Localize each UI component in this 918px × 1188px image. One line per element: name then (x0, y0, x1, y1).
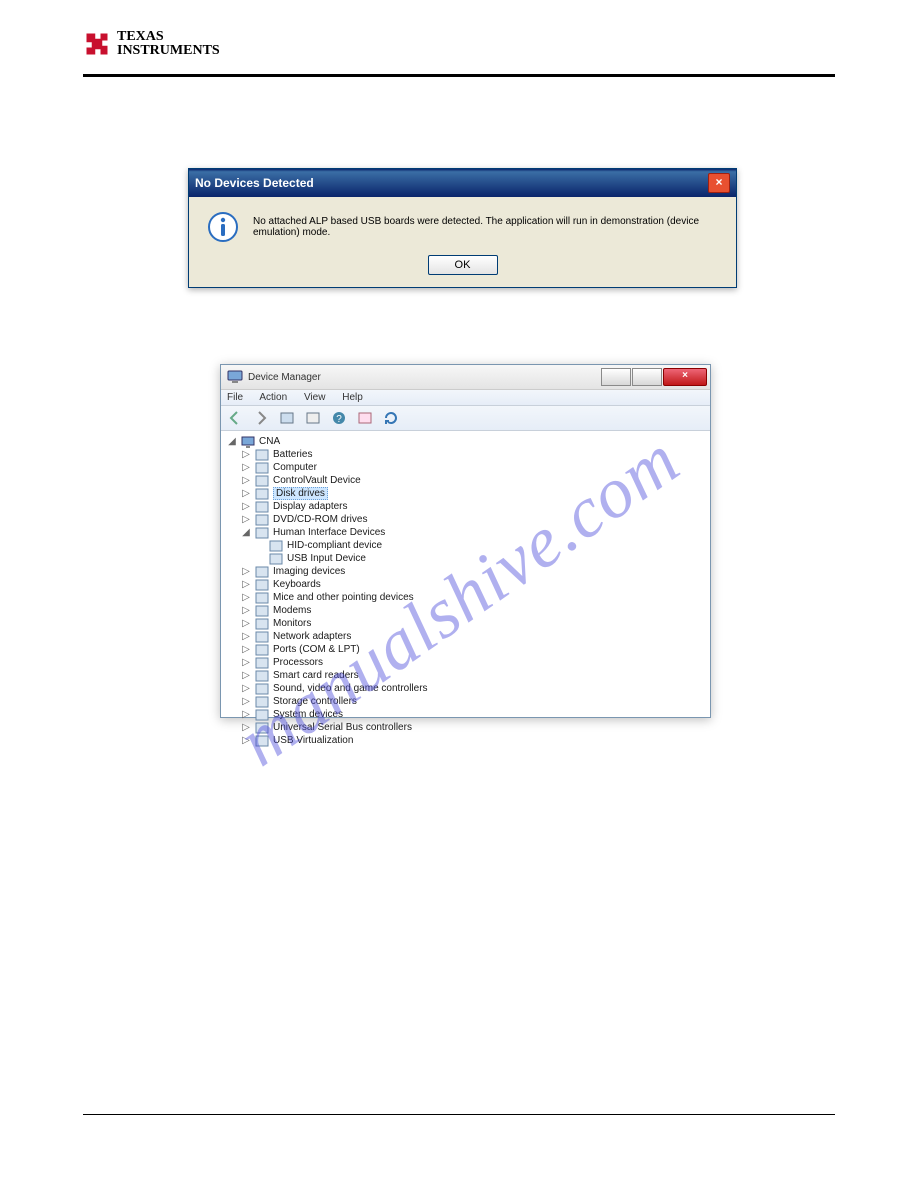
tree-label: Network adapters (273, 631, 351, 642)
tree-item[interactable]: ▷Smart card readers (227, 669, 704, 682)
tree-item[interactable]: ▷Ports (COM & LPT) (227, 643, 704, 656)
menu-file[interactable]: File (227, 392, 243, 403)
tree-item[interactable]: ◢Human Interface Devices (227, 526, 704, 539)
tree-item[interactable]: ▷Processors (227, 656, 704, 669)
tree-label: DVD/CD-ROM drives (273, 514, 367, 525)
dialog-message: No attached ALP based USB boards were de… (253, 216, 718, 238)
page-header: TEXAS INSTRUMENTS (83, 30, 835, 74)
ti-logo-icon (83, 30, 111, 58)
no-devices-dialog: No Devices Detected × No attached ALP ba… (188, 168, 737, 288)
tree-item[interactable]: ▷Disk drives (227, 487, 704, 500)
tree-label: USB Virtualization (273, 735, 353, 746)
tree-label: Mice and other pointing devices (273, 592, 414, 603)
logo-line1: TEXAS (117, 30, 220, 44)
back-icon[interactable] (227, 410, 243, 426)
computer-icon (227, 369, 243, 385)
svg-text:?: ? (336, 414, 342, 425)
tree-label: ControlVault Device (273, 475, 361, 486)
tree-label: Imaging devices (273, 566, 345, 577)
info-icon (207, 211, 239, 243)
dm-menubar[interactable]: File Action View Help (221, 390, 710, 406)
toolbar-icon[interactable] (357, 410, 373, 426)
dialog-title-text: No Devices Detected (195, 176, 314, 190)
tree-label: System devices (273, 709, 343, 720)
tree-label: Human Interface Devices (273, 527, 385, 538)
dialog-titlebar[interactable]: No Devices Detected × (189, 169, 736, 197)
tree-label: Storage controllers (273, 696, 357, 707)
close-button[interactable]: × (663, 368, 707, 386)
tree-root[interactable]: ◢ CNA (227, 435, 704, 448)
footer-rule (83, 1114, 835, 1115)
tree-item[interactable]: ▷Storage controllers (227, 695, 704, 708)
tree-label: USB Input Device (287, 553, 366, 564)
toolbar-icon[interactable] (305, 410, 321, 426)
tree-label: Computer (273, 462, 317, 473)
help-icon[interactable]: ? (331, 410, 347, 426)
tree-item[interactable]: ▷Mice and other pointing devices (227, 591, 704, 604)
forward-icon[interactable] (253, 410, 269, 426)
tree-item[interactable]: ▷Modems (227, 604, 704, 617)
ok-button[interactable]: OK (428, 255, 498, 275)
ti-logo: TEXAS INSTRUMENTS (83, 30, 220, 58)
menu-view[interactable]: View (304, 392, 326, 403)
tree-item[interactable]: ▷Keyboards (227, 578, 704, 591)
dm-toolbar: ? (221, 406, 710, 431)
tree-label: Monitors (273, 618, 311, 629)
logo-line2: INSTRUMENTS (117, 44, 220, 58)
tree-label: Processors (273, 657, 323, 668)
tree-label: Modems (273, 605, 311, 616)
tree-label: Universal Serial Bus controllers (273, 722, 412, 733)
device-tree[interactable]: ◢ CNA ▷Batteries▷Computer▷ControlVault D… (221, 431, 710, 751)
dm-titlebar[interactable]: Device Manager × (221, 365, 710, 390)
tree-item[interactable]: ▷Monitors (227, 617, 704, 630)
tree-item[interactable]: USB Input Device (227, 552, 704, 565)
tree-item[interactable]: ▷Batteries (227, 448, 704, 461)
tree-item[interactable]: ▷Network adapters (227, 630, 704, 643)
close-icon[interactable]: × (708, 173, 730, 193)
computer-icon (241, 436, 255, 448)
tree-label: Display adapters (273, 501, 347, 512)
menu-help[interactable]: Help (342, 392, 363, 403)
tree-label: Batteries (273, 449, 312, 460)
device-manager-window: Device Manager × File Action View Help ? (220, 364, 711, 718)
maximize-button[interactable] (632, 368, 662, 386)
tree-item[interactable]: ▷DVD/CD-ROM drives (227, 513, 704, 526)
tree-label: Keyboards (273, 579, 321, 590)
dm-title-text: Device Manager (248, 372, 321, 383)
tree-item[interactable]: ▷USB Virtualization (227, 734, 704, 747)
tree-item[interactable]: ▷Display adapters (227, 500, 704, 513)
tree-item[interactable]: ▷Sound, video and game controllers (227, 682, 704, 695)
tree-label: Ports (COM & LPT) (273, 644, 360, 655)
minimize-button[interactable] (601, 368, 631, 386)
tree-item[interactable]: ▷Universal Serial Bus controllers (227, 721, 704, 734)
refresh-icon[interactable] (383, 410, 399, 426)
tree-label: HID-compliant device (287, 540, 382, 551)
tree-label: Sound, video and game controllers (273, 683, 428, 694)
tree-item[interactable]: HID-compliant device (227, 539, 704, 552)
tree-item[interactable]: ▷Computer (227, 461, 704, 474)
tree-item[interactable]: ▷System devices (227, 708, 704, 721)
menu-action[interactable]: Action (259, 392, 287, 403)
header-rule (83, 74, 835, 77)
tree-item[interactable]: ▷ControlVault Device (227, 474, 704, 487)
tree-label: Smart card readers (273, 670, 359, 681)
toolbar-icon[interactable] (279, 410, 295, 426)
tree-label: Disk drives (273, 488, 328, 499)
tree-item[interactable]: ▷Imaging devices (227, 565, 704, 578)
